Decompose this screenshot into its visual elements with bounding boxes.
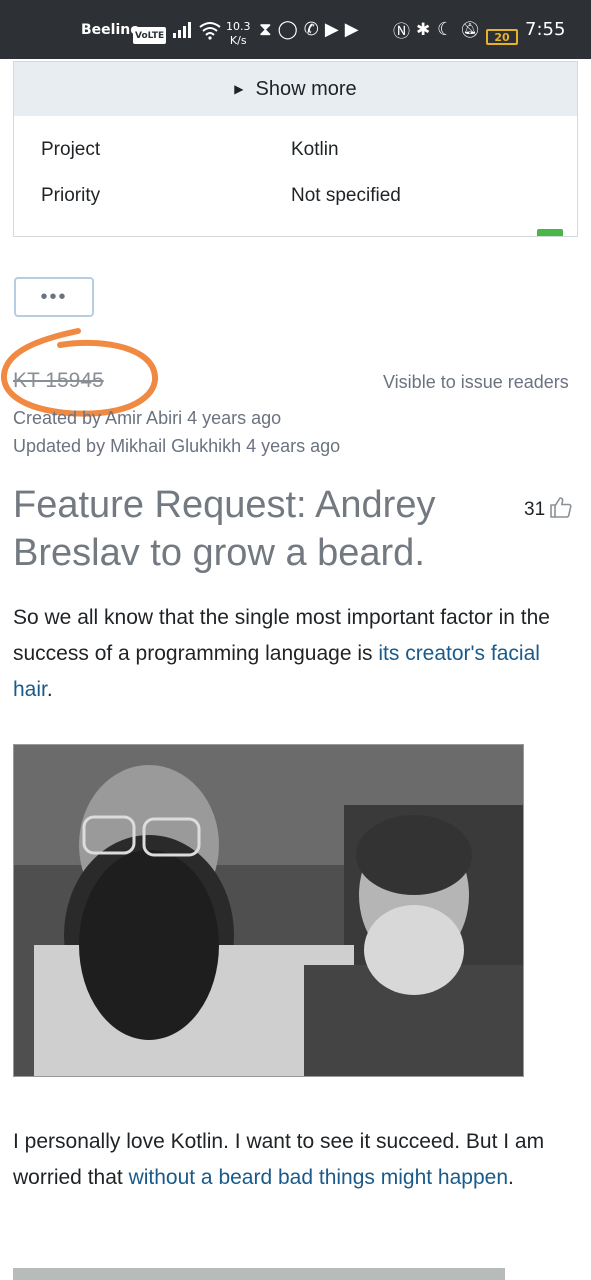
p1-end: . <box>46 678 53 701</box>
network-speed: 10.3 K/s <box>226 20 251 52</box>
beard-bad-things-link[interactable]: without a beard bad things might happen <box>129 1166 508 1189</box>
visibility-label[interactable]: Visible to issue readers <box>383 372 569 393</box>
sync-icon: ◯ <box>277 19 298 40</box>
volte-badge: VoLTE <box>133 27 167 44</box>
wifi-icon <box>198 0 222 59</box>
hourglass-icon: ⧗ <box>259 19 272 40</box>
p2-end: . <box>508 1166 514 1189</box>
second-photo <box>13 1268 505 1280</box>
clock: 7:55 <box>525 19 566 40</box>
bell-muted-icon: 🔕︎ <box>460 20 481 39</box>
field-value-priority[interactable]: Not specified <box>291 185 401 207</box>
description-paragraph-1: So we all know that the single most impo… <box>13 600 578 708</box>
issue-title: Feature Request: Andrey Breslav to grow … <box>13 484 436 574</box>
battery-icon: 20 <box>486 29 518 45</box>
status-bar: Beeline VoLTE 10.3 K/s ⧗ ◯ ✆ ▶ ▶ Ⓝ ✱ ☾ 🔕… <box>0 0 591 59</box>
field-label-project: Project <box>41 139 101 160</box>
whatsapp-icon: ✆ <box>303 19 319 40</box>
more-actions-button[interactable]: ••• <box>14 277 94 317</box>
field-value-project[interactable]: Kotlin <box>291 139 339 161</box>
nfc-icon: Ⓝ <box>393 22 410 42</box>
updated-info: Updated by Mikhail Glukhikh 4 years ago <box>13 436 341 456</box>
youtube-icon-2: ▶ <box>344 19 359 40</box>
field-label-priority: Priority <box>41 185 101 206</box>
issue-id[interactable]: KT 15945 <box>13 369 104 393</box>
vote-button[interactable]: 31 <box>524 495 573 525</box>
notification-icons: ⧗ ◯ ✆ ▶ ▶ <box>259 0 359 59</box>
signal-icon <box>172 0 194 59</box>
triangle-right-icon: ▶ <box>234 82 244 96</box>
thumbs-up-icon <box>549 495 573 525</box>
beard-photo <box>13 744 524 1077</box>
bluetooth-icon: ✱ <box>416 19 431 40</box>
youtube-icon: ▶ <box>324 19 339 40</box>
vote-count: 31 <box>524 499 546 520</box>
speed-value: 10.3 <box>226 20 251 33</box>
description-paragraph-2: I personally love Kotlin. I want to see … <box>13 1124 578 1196</box>
carrier-name: Beeline <box>81 21 140 38</box>
created-info: Created by Amir Abiri 4 years ago <box>13 408 282 428</box>
moon-icon: ☾ <box>437 19 454 40</box>
show-more-label: Show more <box>255 77 357 100</box>
type-color-tag <box>537 229 563 236</box>
speed-unit: K/s <box>229 34 247 47</box>
issue-details-panel: ▶ Show more Project Kotlin Priority Not … <box>13 61 578 237</box>
show-more-button[interactable]: ▶ Show more <box>14 62 577 116</box>
